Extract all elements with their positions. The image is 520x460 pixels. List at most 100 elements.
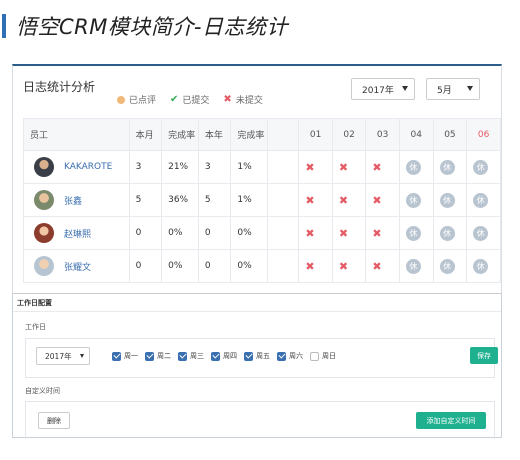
weekday-thu[interactable]: 周四 — [211, 351, 237, 361]
header-month: 本月 — [128, 118, 163, 151]
day-cell: 休 — [466, 249, 501, 283]
legend-not-submitted: ✖ 未提交 — [223, 93, 262, 106]
header-year-rate: 完成率 — [230, 118, 268, 151]
avatar — [34, 256, 54, 276]
header-month-rate: 完成率 — [161, 118, 199, 151]
weekday-label: 周六 — [289, 352, 303, 360]
caret-down-icon — [402, 86, 408, 91]
table-row: 张耀文 0 0% 0 0% ✖ ✖ ✖ 休 休 休 — [23, 249, 501, 283]
cross-icon: ✖ — [305, 193, 315, 207]
rest-badge: 休 — [473, 192, 489, 208]
checkbox-icon[interactable] — [277, 351, 286, 361]
cross-icon: ✖ — [338, 160, 349, 174]
spacer-cell — [266, 249, 300, 283]
cross-icon: ✖ — [305, 259, 315, 273]
caret-down-icon — [80, 354, 84, 358]
legend-submitted: ✔ 已提交 — [170, 93, 209, 106]
employee-link[interactable]: 赵琳熙 — [64, 227, 91, 240]
workday-label: 工作日 — [25, 323, 46, 331]
weekday-checkboxes: 周一 周二 周三 周四 周五 周六 周日 — [112, 351, 336, 361]
legend-pending-label: 已点评 — [129, 96, 157, 106]
save-button[interactable]: 保存 — [470, 347, 498, 364]
weekday-label: 周四 — [223, 352, 237, 360]
cross-icon: ✖ — [372, 259, 382, 273]
day-cell: ✖ — [331, 249, 367, 283]
day-cell: 休 — [466, 150, 501, 184]
pending-dot-icon — [117, 95, 125, 104]
delete-button[interactable]: 删除 — [38, 412, 70, 429]
add-custom-time-button[interactable]: 添加自定义时间 — [416, 412, 486, 429]
rest-badge: 休 — [439, 159, 455, 175]
day-cell: 休 — [398, 150, 434, 184]
checkbox-icon[interactable] — [112, 351, 121, 361]
year-select[interactable]: 2017年 — [351, 78, 415, 100]
config-year-select[interactable]: 2017年 — [36, 347, 90, 365]
checkbox-icon[interactable] — [145, 351, 154, 361]
config-title: 工作日配置 — [13, 294, 501, 312]
page-header: 悟空CRM模块简介-日志统计 — [0, 8, 288, 44]
cross-icon: ✖ — [305, 160, 315, 174]
employee-link[interactable]: KAKAROTE — [64, 162, 112, 172]
avatar — [34, 223, 54, 243]
employee-cell: 张鑫 — [23, 183, 130, 217]
page-title: 悟空CRM模块简介-日志统计 — [16, 15, 288, 39]
day-cell: 休 — [432, 216, 468, 250]
stats-title: 日志统计分析 — [23, 80, 96, 94]
table-header-row: 员工 本月 完成率 本年 完成率 01 02 03 04 05 06 — [23, 118, 501, 151]
weekday-fri[interactable]: 周五 — [244, 351, 270, 361]
check-icon: ✔ — [170, 94, 179, 105]
day-cell: ✖ — [331, 183, 367, 217]
caret-down-icon — [467, 86, 473, 91]
year-rate: 0% — [230, 216, 268, 250]
employee-cell: KAKAROTE — [23, 150, 130, 184]
day-cell: ✖ — [331, 150, 367, 184]
weekday-tue[interactable]: 周二 — [145, 351, 171, 361]
weekday-label: 周三 — [190, 352, 204, 360]
avatar — [34, 157, 54, 177]
cross-icon: ✖ — [223, 94, 232, 105]
checkbox-icon[interactable] — [211, 351, 220, 361]
checkbox-icon[interactable] — [310, 351, 319, 361]
employee-link[interactable]: 张耀文 — [64, 260, 91, 273]
day-cell: 休 — [432, 150, 468, 184]
rest-badge: 休 — [473, 225, 489, 241]
checkbox-icon[interactable] — [178, 351, 187, 361]
custom-time-label: 自定义时间 — [25, 387, 60, 395]
year-count: 5 — [197, 183, 232, 217]
month-rate: 0% — [161, 249, 199, 283]
rest-badge: 休 — [405, 258, 421, 274]
avatar — [34, 190, 54, 210]
year-count: 0 — [197, 249, 232, 283]
day-cell: ✖ — [365, 183, 400, 217]
year-select-value: 2017年 — [362, 85, 394, 96]
year-count: 0 — [197, 216, 232, 250]
weekday-sat[interactable]: 周六 — [277, 351, 303, 361]
spacer-cell — [266, 216, 300, 250]
checkbox-icon[interactable] — [244, 351, 253, 361]
stats-table: 员工 本月 完成率 本年 完成率 01 02 03 04 05 06 KAKAR… — [23, 118, 501, 283]
month-count: 5 — [128, 183, 163, 217]
table-row: KAKAROTE 3 21% 3 1% ✖ ✖ ✖ 休 休 休 — [23, 150, 501, 184]
custom-time-box: 删除 添加自定义时间 — [25, 401, 495, 439]
day-cell: ✖ — [298, 216, 333, 250]
weekday-wed[interactable]: 周三 — [178, 351, 204, 361]
weekday-label: 周日 — [322, 352, 336, 360]
month-rate: 0% — [161, 216, 199, 250]
weekday-mon[interactable]: 周一 — [112, 351, 138, 361]
weekday-label: 周一 — [124, 352, 138, 360]
cross-icon: ✖ — [338, 226, 349, 240]
year-rate: 1% — [230, 150, 268, 184]
rest-badge: 休 — [439, 192, 455, 208]
rest-badge: 休 — [405, 159, 421, 175]
day-cell: ✖ — [365, 150, 400, 184]
month-select-value: 5月 — [437, 85, 452, 96]
month-rate: 21% — [161, 150, 199, 184]
day-cell: ✖ — [298, 249, 333, 283]
rest-badge: 休 — [439, 225, 455, 241]
rest-badge: 休 — [405, 225, 421, 241]
employee-link[interactable]: 张鑫 — [64, 194, 82, 207]
cross-icon: ✖ — [338, 259, 349, 273]
weekday-sun[interactable]: 周日 — [310, 351, 336, 361]
cross-icon: ✖ — [372, 160, 382, 174]
month-select[interactable]: 5月 — [426, 78, 480, 100]
